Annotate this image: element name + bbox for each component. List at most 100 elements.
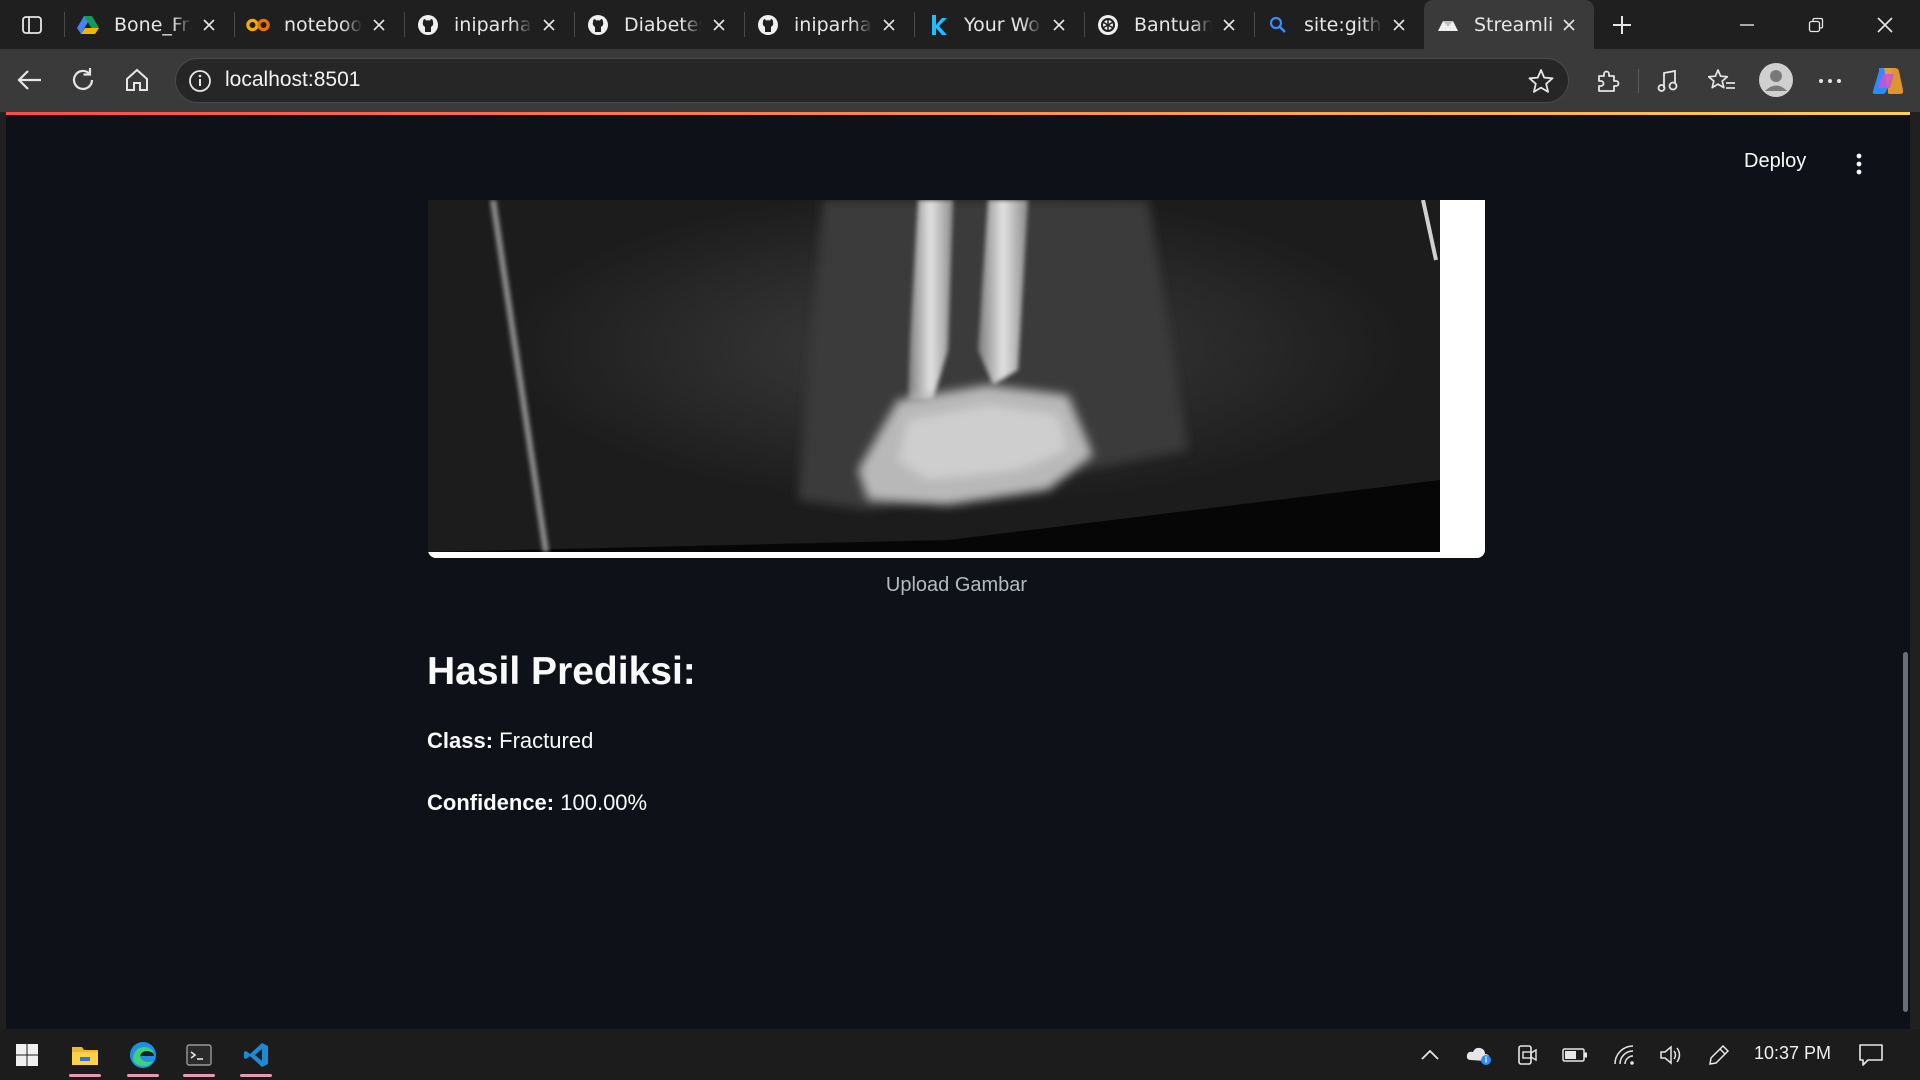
tab-actions-icon (22, 15, 42, 34)
favorites-button[interactable] (1707, 66, 1737, 96)
extensions-button[interactable] (1593, 66, 1623, 96)
windows-start-button[interactable] (3, 1029, 51, 1080)
back-arrow-icon (17, 70, 41, 90)
reload-icon (72, 68, 94, 90)
browser-tab[interactable]: site:githul (1254, 0, 1424, 49)
browser-tab[interactable]: Your Worl (914, 0, 1084, 49)
image-caption: Upload Gambar (885, 574, 1028, 596)
vscode-button[interactable] (232, 1029, 280, 1080)
meet-now-tray[interactable] (1513, 1041, 1541, 1069)
close-icon[interactable] (708, 14, 730, 36)
address-bar[interactable]: localhost:8501 (175, 58, 1569, 103)
browser-tab[interactable]: Bone_Frac (64, 0, 234, 49)
browser-tab[interactable]: notebook (234, 0, 404, 49)
main-menu-icon[interactable] (1849, 152, 1869, 176)
close-icon[interactable] (368, 14, 390, 36)
network-tray[interactable] (1610, 1041, 1638, 1069)
class-result: Class: Fractured (427, 728, 593, 754)
deploy-button[interactable]: Deploy (1744, 150, 1806, 173)
tab-title: iniparhan (794, 13, 872, 36)
puzzle-icon (1598, 70, 1620, 92)
streamlit-icon (1436, 13, 1460, 37)
chevron-up-icon (1421, 1049, 1439, 1060)
streamlit-app: Deploy Upload Gambar Hasil Prediksi: Cla… (6, 112, 1910, 1029)
onedrive-tray[interactable] (1465, 1041, 1493, 1069)
avatar-icon (1759, 63, 1793, 97)
browser-tab[interactable]: Diabetes_ (574, 0, 744, 49)
notification-center-button[interactable] (1857, 1041, 1885, 1069)
media-button[interactable] (1653, 66, 1683, 96)
tab-actions-button[interactable] (0, 0, 64, 49)
reload-button[interactable] (59, 57, 107, 103)
close-icon[interactable] (1388, 14, 1410, 36)
camera-icon (1518, 1045, 1537, 1065)
minimize-button[interactable] (1712, 0, 1782, 49)
edge-icon (130, 1041, 156, 1068)
github-icon (756, 13, 780, 37)
browser-toolbar: localhost:8501 (0, 49, 1920, 112)
toolbar-divider (1638, 69, 1639, 93)
pen-tray[interactable] (1705, 1041, 1733, 1069)
uploaded-image-frame (428, 200, 1485, 558)
terminal-button[interactable] (175, 1029, 223, 1080)
favorite-star-icon[interactable] (1528, 68, 1554, 94)
tray-overflow-button[interactable] (1416, 1041, 1444, 1069)
back-button[interactable] (6, 57, 54, 103)
file-explorer-icon (72, 1046, 98, 1065)
file-explorer-button[interactable] (61, 1029, 109, 1080)
tab-title: iniparhan (454, 13, 532, 36)
chatgpt-icon (1096, 13, 1120, 37)
profile-button[interactable] (1758, 62, 1794, 98)
page-scrollbar[interactable] (1903, 652, 1908, 1012)
pen-icon (1709, 1044, 1730, 1065)
taskbar-clock[interactable]: 10:37 PM (1754, 1043, 1831, 1064)
colab-icon (246, 13, 270, 37)
new-tab-button[interactable] (1594, 0, 1650, 49)
tab-strip: Bone_Frac notebook iniparhan Diabetes_ (0, 0, 1920, 49)
confidence-label: Confidence: (427, 790, 555, 815)
restore-button[interactable] (1781, 0, 1851, 49)
confidence-value: 100.00% (560, 790, 648, 815)
battery-tray[interactable] (1561, 1041, 1589, 1069)
close-icon[interactable] (878, 14, 900, 36)
tab-title: Streamlit (1474, 13, 1552, 36)
info-icon[interactable] (188, 69, 212, 93)
copilot-button[interactable] (1869, 66, 1905, 96)
copilot-icon (1872, 68, 1904, 94)
plus-icon (1613, 15, 1631, 34)
volume-tray[interactable] (1657, 1041, 1685, 1069)
onedrive-cloud-icon (1466, 1047, 1491, 1065)
browser-tab-active[interactable]: Streamlit (1424, 0, 1594, 49)
edge-taskbar-button[interactable] (119, 1029, 167, 1080)
terminal-icon (186, 1043, 212, 1066)
home-icon (126, 68, 148, 91)
close-icon[interactable] (1048, 14, 1070, 36)
windows-start-icon (16, 1043, 38, 1066)
minimize-icon (1740, 23, 1754, 26)
browser-tab[interactable]: Bantuan K (1084, 0, 1254, 49)
vscode-icon (244, 1042, 268, 1067)
windows-taskbar: 10:37 PM (0, 1029, 1920, 1080)
tab-title: Your Worl (964, 13, 1042, 36)
github-icon (416, 13, 440, 37)
speaker-icon (1660, 1045, 1681, 1065)
close-icon[interactable] (198, 14, 220, 36)
github-icon (586, 13, 610, 37)
url-text[interactable]: localhost:8501 (225, 68, 360, 92)
app-header-decoration (6, 112, 1910, 115)
close-icon[interactable] (1218, 14, 1240, 36)
settings-more-button[interactable] (1815, 66, 1845, 96)
tab-title: site:githul (1304, 13, 1382, 36)
wifi-icon (1614, 1045, 1634, 1065)
close-window-button[interactable] (1850, 0, 1920, 49)
home-button[interactable] (113, 57, 161, 103)
tab-title: Diabetes_ (624, 13, 702, 36)
browser-tab[interactable]: iniparhan (744, 0, 914, 49)
battery-icon (1562, 1048, 1587, 1062)
google-drive-icon (76, 13, 100, 37)
close-icon[interactable] (1558, 14, 1580, 36)
class-value: Fractured (499, 728, 594, 753)
search-icon (1266, 13, 1290, 37)
browser-tab[interactable]: iniparhan (404, 0, 574, 49)
close-icon[interactable] (538, 14, 560, 36)
